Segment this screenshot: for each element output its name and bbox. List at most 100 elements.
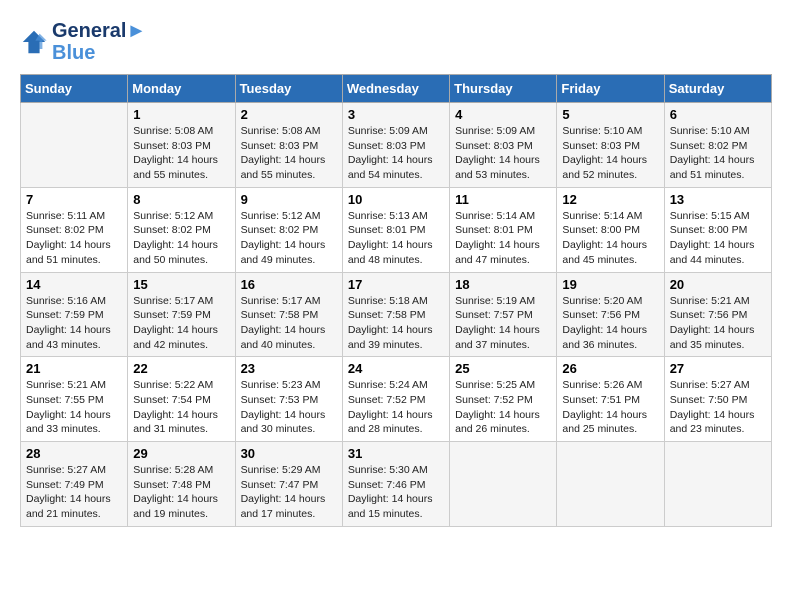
calendar-cell: 18 Sunrise: 5:19 AM Sunset: 7:57 PM Dayli… (450, 272, 557, 357)
day-info: Sunrise: 5:17 AM Sunset: 7:59 PM Dayligh… (133, 294, 229, 353)
calendar-cell: 15 Sunrise: 5:17 AM Sunset: 7:59 PM Dayli… (128, 272, 235, 357)
day-number: 31 (348, 446, 444, 461)
calendar-cell: 21 Sunrise: 5:21 AM Sunset: 7:55 PM Dayli… (21, 357, 128, 442)
day-number: 4 (455, 107, 551, 122)
logo-line2: Blue (52, 42, 146, 64)
day-header-saturday: Saturday (664, 75, 771, 103)
day-info: Sunrise: 5:24 AM Sunset: 7:52 PM Dayligh… (348, 378, 444, 437)
day-info: Sunrise: 5:15 AM Sunset: 8:00 PM Dayligh… (670, 209, 766, 268)
calendar-cell (557, 442, 664, 527)
day-info: Sunrise: 5:09 AM Sunset: 8:03 PM Dayligh… (455, 124, 551, 183)
calendar-week-row: 21 Sunrise: 5:21 AM Sunset: 7:55 PM Dayli… (21, 357, 772, 442)
day-info: Sunrise: 5:10 AM Sunset: 8:03 PM Dayligh… (562, 124, 658, 183)
day-number: 19 (562, 277, 658, 292)
calendar-cell: 12Sunrise: 5:14 AM Sunset: 8:00 PM Dayli… (557, 187, 664, 272)
day-number: 15 (133, 277, 229, 292)
page-header: General► Blue (20, 20, 772, 64)
calendar-cell: 1 Sunrise: 5:08 AM Sunset: 8:03 PM Daylig… (128, 103, 235, 188)
day-info: Sunrise: 5:20 AM Sunset: 7:56 PM Dayligh… (562, 294, 658, 353)
day-number: 1 (133, 107, 229, 122)
calendar-cell: 25Sunrise: 5:25 AM Sunset: 7:52 PM Dayli… (450, 357, 557, 442)
calendar-cell: 28Sunrise: 5:27 AM Sunset: 7:49 PM Dayli… (21, 442, 128, 527)
day-number: 3 (348, 107, 444, 122)
calendar-week-row: 28Sunrise: 5:27 AM Sunset: 7:49 PM Dayli… (21, 442, 772, 527)
calendar-cell: 8 Sunrise: 5:12 AM Sunset: 8:02 PM Daylig… (128, 187, 235, 272)
calendar-cell: 31 Sunrise: 5:30 AM Sunset: 7:46 PM Dayli… (342, 442, 449, 527)
day-number: 26 (562, 361, 658, 376)
day-info: Sunrise: 5:12 AM Sunset: 8:02 PM Dayligh… (241, 209, 337, 268)
calendar-cell (450, 442, 557, 527)
day-header-tuesday: Tuesday (235, 75, 342, 103)
day-number: 13 (670, 192, 766, 207)
logo-icon (20, 28, 48, 56)
calendar-header-row: SundayMondayTuesdayWednesdayThursdayFrid… (21, 75, 772, 103)
calendar-cell: 27 Sunrise: 5:27 AM Sunset: 7:50 PM Dayli… (664, 357, 771, 442)
day-number: 21 (26, 361, 122, 376)
day-header-thursday: Thursday (450, 75, 557, 103)
calendar-cell: 17 Sunrise: 5:18 AM Sunset: 7:58 PM Dayli… (342, 272, 449, 357)
calendar-cell: 20 Sunrise: 5:21 AM Sunset: 7:56 PM Dayli… (664, 272, 771, 357)
day-info: Sunrise: 5:14 AM Sunset: 8:01 PM Dayligh… (455, 209, 551, 268)
day-info: Sunrise: 5:26 AM Sunset: 7:51 PM Dayligh… (562, 378, 658, 437)
day-number: 8 (133, 192, 229, 207)
day-number: 20 (670, 277, 766, 292)
day-info: Sunrise: 5:17 AM Sunset: 7:58 PM Dayligh… (241, 294, 337, 353)
day-info: Sunrise: 5:21 AM Sunset: 7:55 PM Dayligh… (26, 378, 122, 437)
calendar-cell: 11Sunrise: 5:14 AM Sunset: 8:01 PM Dayli… (450, 187, 557, 272)
day-number: 9 (241, 192, 337, 207)
calendar-cell: 19 Sunrise: 5:20 AM Sunset: 7:56 PM Dayli… (557, 272, 664, 357)
day-header-friday: Friday (557, 75, 664, 103)
calendar-cell: 16 Sunrise: 5:17 AM Sunset: 7:58 PM Dayli… (235, 272, 342, 357)
calendar-cell: 30Sunrise: 5:29 AM Sunset: 7:47 PM Dayli… (235, 442, 342, 527)
day-number: 27 (670, 361, 766, 376)
day-info: Sunrise: 5:21 AM Sunset: 7:56 PM Dayligh… (670, 294, 766, 353)
logo-line1: General► (52, 20, 146, 42)
day-info: Sunrise: 5:19 AM Sunset: 7:57 PM Dayligh… (455, 294, 551, 353)
calendar-cell: 4 Sunrise: 5:09 AM Sunset: 8:03 PM Daylig… (450, 103, 557, 188)
day-info: Sunrise: 5:16 AM Sunset: 7:59 PM Dayligh… (26, 294, 122, 353)
day-info: Sunrise: 5:08 AM Sunset: 8:03 PM Dayligh… (133, 124, 229, 183)
calendar-cell: 5Sunrise: 5:10 AM Sunset: 8:03 PM Daylig… (557, 103, 664, 188)
logo: General► Blue (20, 20, 146, 64)
calendar-cell: 10Sunrise: 5:13 AM Sunset: 8:01 PM Dayli… (342, 187, 449, 272)
day-number: 28 (26, 446, 122, 461)
day-number: 14 (26, 277, 122, 292)
calendar-cell: 9 Sunrise: 5:12 AM Sunset: 8:02 PM Daylig… (235, 187, 342, 272)
day-info: Sunrise: 5:28 AM Sunset: 7:48 PM Dayligh… (133, 463, 229, 522)
day-info: Sunrise: 5:11 AM Sunset: 8:02 PM Dayligh… (26, 209, 122, 268)
calendar-cell: 14 Sunrise: 5:16 AM Sunset: 7:59 PM Dayli… (21, 272, 128, 357)
day-number: 16 (241, 277, 337, 292)
day-header-monday: Monday (128, 75, 235, 103)
day-info: Sunrise: 5:14 AM Sunset: 8:00 PM Dayligh… (562, 209, 658, 268)
day-info: Sunrise: 5:27 AM Sunset: 7:50 PM Dayligh… (670, 378, 766, 437)
calendar-cell: 22 Sunrise: 5:22 AM Sunset: 7:54 PM Dayli… (128, 357, 235, 442)
day-info: Sunrise: 5:09 AM Sunset: 8:03 PM Dayligh… (348, 124, 444, 183)
day-header-wednesday: Wednesday (342, 75, 449, 103)
day-info: Sunrise: 5:13 AM Sunset: 8:01 PM Dayligh… (348, 209, 444, 268)
calendar-cell: 3 Sunrise: 5:09 AM Sunset: 8:03 PM Daylig… (342, 103, 449, 188)
calendar-cell: 2Sunrise: 5:08 AM Sunset: 8:03 PM Daylig… (235, 103, 342, 188)
calendar-week-row: 14 Sunrise: 5:16 AM Sunset: 7:59 PM Dayli… (21, 272, 772, 357)
calendar-cell: 6Sunrise: 5:10 AM Sunset: 8:02 PM Daylig… (664, 103, 771, 188)
day-number: 30 (241, 446, 337, 461)
day-info: Sunrise: 5:22 AM Sunset: 7:54 PM Dayligh… (133, 378, 229, 437)
calendar-cell: 23Sunrise: 5:23 AM Sunset: 7:53 PM Dayli… (235, 357, 342, 442)
day-number: 29 (133, 446, 229, 461)
calendar-table: SundayMondayTuesdayWednesdayThursdayFrid… (20, 74, 772, 527)
calendar-cell: 26 Sunrise: 5:26 AM Sunset: 7:51 PM Dayli… (557, 357, 664, 442)
day-info: Sunrise: 5:23 AM Sunset: 7:53 PM Dayligh… (241, 378, 337, 437)
calendar-week-row: 7 Sunrise: 5:11 AM Sunset: 8:02 PM Daylig… (21, 187, 772, 272)
day-number: 24 (348, 361, 444, 376)
day-number: 22 (133, 361, 229, 376)
day-info: Sunrise: 5:12 AM Sunset: 8:02 PM Dayligh… (133, 209, 229, 268)
day-info: Sunrise: 5:30 AM Sunset: 7:46 PM Dayligh… (348, 463, 444, 522)
day-number: 18 (455, 277, 551, 292)
calendar-cell (21, 103, 128, 188)
calendar-cell: 13 Sunrise: 5:15 AM Sunset: 8:00 PM Dayli… (664, 187, 771, 272)
day-header-sunday: Sunday (21, 75, 128, 103)
day-number: 7 (26, 192, 122, 207)
day-number: 2 (241, 107, 337, 122)
day-info: Sunrise: 5:18 AM Sunset: 7:58 PM Dayligh… (348, 294, 444, 353)
day-info: Sunrise: 5:25 AM Sunset: 7:52 PM Dayligh… (455, 378, 551, 437)
day-number: 17 (348, 277, 444, 292)
